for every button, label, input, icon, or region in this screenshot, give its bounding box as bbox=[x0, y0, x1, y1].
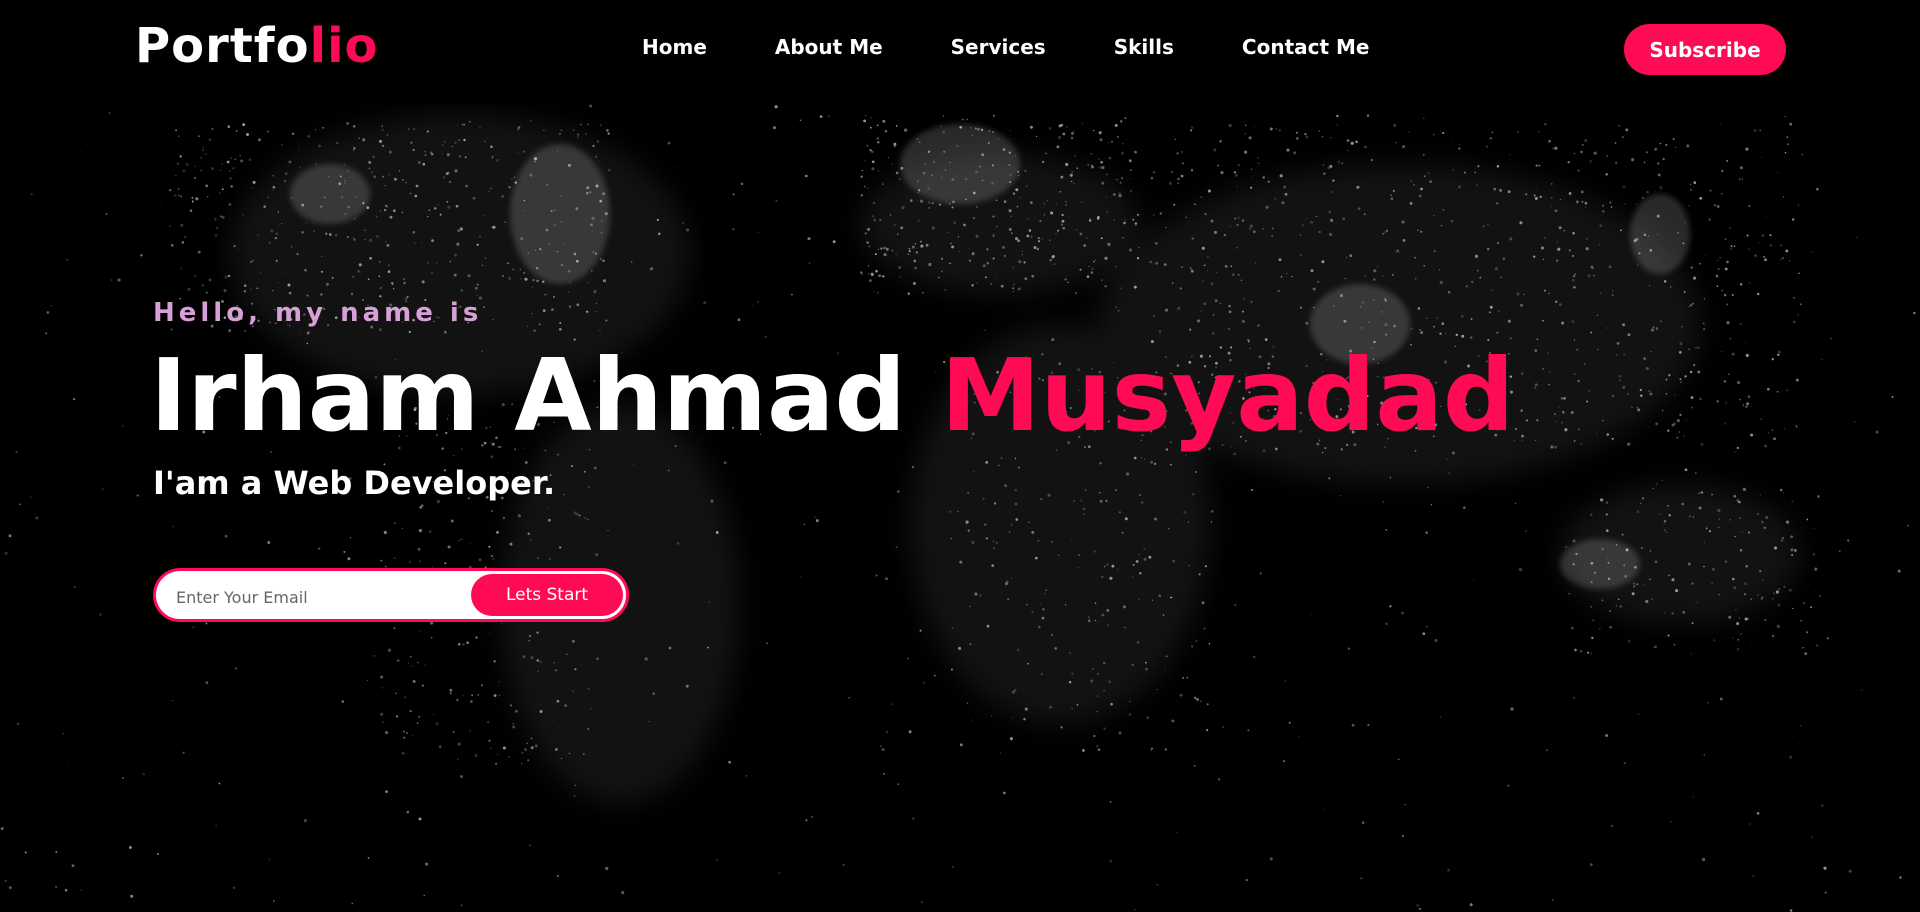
nav-contact-me[interactable]: Contact Me bbox=[1242, 32, 1370, 62]
hero-name: Irham Ahmad Musyadad bbox=[150, 336, 1514, 456]
nav-home[interactable]: Home bbox=[642, 32, 707, 62]
site-header: Portfolio Home About Me Services Skills … bbox=[0, 0, 1920, 104]
hero-role: I'am a Web Developer. bbox=[153, 464, 556, 502]
logo-text: Portfo bbox=[135, 18, 310, 74]
logo[interactable]: Portfolio bbox=[135, 16, 379, 76]
logo-accent-text: lio bbox=[309, 18, 379, 74]
main-nav: Home About Me Services Skills Contact Me bbox=[642, 32, 1437, 62]
subscribe-button[interactable]: Subscribe bbox=[1624, 24, 1786, 75]
hero-section: Hello, my name is Irham Ahmad Musyadad I… bbox=[0, 104, 1920, 912]
hero-greeting: Hello, my name is bbox=[153, 298, 483, 328]
lets-start-button[interactable]: Lets Start bbox=[471, 574, 623, 616]
email-input[interactable] bbox=[174, 579, 458, 615]
hero-last-name: Musyadad bbox=[940, 337, 1515, 454]
email-signup-form: Lets Start bbox=[153, 568, 629, 622]
nav-about-me[interactable]: About Me bbox=[775, 32, 883, 62]
nav-skills[interactable]: Skills bbox=[1114, 32, 1174, 62]
hero-first-name: Irham Ahmad bbox=[150, 337, 941, 454]
page: Portfolio Home About Me Services Skills … bbox=[0, 0, 1920, 912]
nav-services[interactable]: Services bbox=[951, 32, 1046, 62]
world-map-background bbox=[0, 104, 1916, 912]
